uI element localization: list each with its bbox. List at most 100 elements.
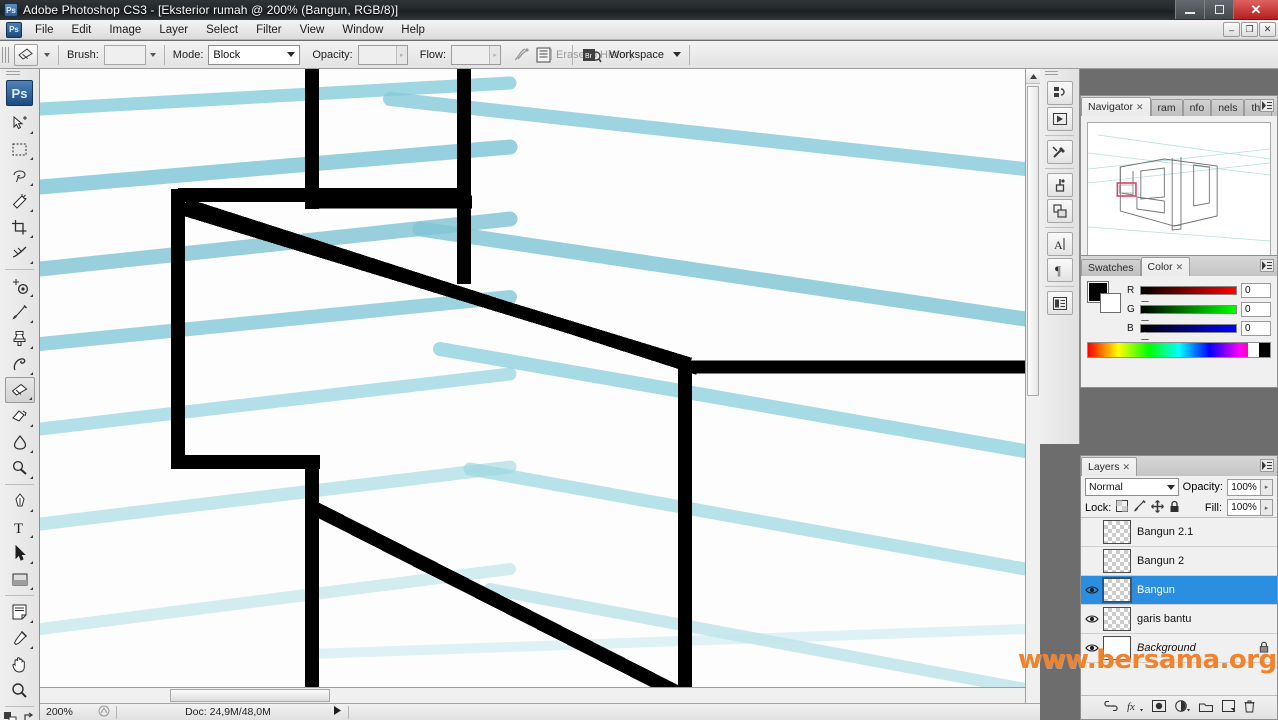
layer-fill-control[interactable]: 100% ▸ xyxy=(1227,499,1273,516)
layer-visibility-toggle[interactable] xyxy=(1081,643,1103,653)
flow-stepper-icon[interactable]: ▸ xyxy=(489,45,501,64)
layer-thumbnail[interactable] xyxy=(1102,577,1132,603)
layer-row-background[interactable]: Background xyxy=(1081,634,1277,663)
menu-item-select[interactable]: Select xyxy=(197,22,247,38)
layer-name[interactable]: Bangun 2.1 xyxy=(1137,526,1193,538)
adjustment-layer-icon[interactable] xyxy=(1174,700,1190,715)
layer-name[interactable]: Background xyxy=(1137,642,1196,654)
horizontal-scrollbar-thumb[interactable] xyxy=(170,689,330,702)
layer-name[interactable]: garis bantu xyxy=(1137,613,1191,625)
layer-thumbnail[interactable] xyxy=(1103,636,1131,660)
delete-layer-icon[interactable] xyxy=(1244,700,1255,716)
palette-toggle-icon[interactable] xyxy=(532,44,554,66)
close-icon[interactable]: ✕ xyxy=(1176,262,1184,273)
red-value[interactable]: 0 xyxy=(1241,283,1271,298)
menu-item-filter[interactable]: Filter xyxy=(247,22,291,38)
swap-colors-icon[interactable] xyxy=(23,712,35,720)
tab-channels[interactable]: nels xyxy=(1211,99,1245,116)
layer-thumbnail[interactable] xyxy=(1103,607,1131,631)
link-layers-icon[interactable] xyxy=(1103,700,1118,714)
workspace-label[interactable]: Workspace xyxy=(609,49,664,61)
layer-row-bangun-2[interactable]: Bangun 2 xyxy=(1081,547,1277,576)
layer-fill-value[interactable]: 100% xyxy=(1227,499,1261,516)
options-bar-gripper[interactable] xyxy=(0,41,9,68)
layer-row-garis-bantu[interactable]: garis bantu xyxy=(1081,605,1277,634)
tool-gradient[interactable] xyxy=(5,403,35,429)
minimize-button[interactable] xyxy=(1175,0,1204,19)
tool-type[interactable]: T xyxy=(5,514,35,540)
layer-comps-panel-icon[interactable] xyxy=(1046,291,1073,315)
opacity-input[interactable]: ▸ xyxy=(357,44,408,65)
maximize-button[interactable] xyxy=(1204,0,1233,19)
layer-mask-icon[interactable] xyxy=(1151,700,1166,715)
tool-hand[interactable] xyxy=(5,651,35,677)
tool-presets-panel-icon[interactable] xyxy=(1046,140,1073,164)
eraser-tool-preset-icon[interactable] xyxy=(14,43,38,66)
animation-panel-icon[interactable] xyxy=(1046,107,1073,131)
menu-item-image[interactable]: Image xyxy=(100,22,150,38)
white-swatch[interactable] xyxy=(1248,343,1259,357)
green-value[interactable]: 0 xyxy=(1241,302,1271,317)
tool-zoom[interactable] xyxy=(5,677,35,703)
canvas-horizontal-scrollbar[interactable] xyxy=(40,687,1025,703)
layer-thumbnail[interactable] xyxy=(1103,520,1131,544)
airbrush-icon[interactable] xyxy=(511,44,533,66)
tool-eyedropper[interactable] xyxy=(5,625,35,651)
tab-swatches[interactable]: Swatches xyxy=(1081,259,1141,276)
layer-opacity-control[interactable]: 100% ▸ xyxy=(1227,478,1273,496)
tool-crop[interactable] xyxy=(5,214,35,240)
menu-item-window[interactable]: Window xyxy=(333,22,392,38)
navigator-thumbnail[interactable] xyxy=(1087,122,1271,262)
tool-healing-brush[interactable] xyxy=(5,273,35,299)
character-panel-icon[interactable]: A xyxy=(1046,232,1073,256)
layers-panel-menu-icon[interactable] xyxy=(1260,459,1274,472)
tool-eraser[interactable] xyxy=(4,377,35,403)
blue-value[interactable]: 0 xyxy=(1241,321,1271,336)
canvas-vertical-scrollbar[interactable] xyxy=(1025,69,1041,703)
blue-slider-knob[interactable] xyxy=(1141,332,1149,339)
tool-dodge[interactable] xyxy=(5,455,35,481)
navigator-panel-menu-icon[interactable] xyxy=(1260,99,1274,112)
tool-magic-wand[interactable] xyxy=(5,188,35,214)
green-slider[interactable] xyxy=(1140,305,1237,320)
menu-item-help[interactable]: Help xyxy=(392,22,434,38)
tool-history-brush[interactable] xyxy=(5,351,35,377)
scroll-up-arrow-icon[interactable] xyxy=(1026,69,1041,84)
menu-item-edit[interactable]: Edit xyxy=(63,22,101,38)
paragraph-panel-icon[interactable]: ¶ xyxy=(1046,258,1073,282)
status-zoom-level[interactable]: 200% xyxy=(40,706,98,718)
default-colors-icon[interactable] xyxy=(4,711,18,720)
brushes-panel-icon[interactable] xyxy=(1046,173,1073,197)
layer-row-bangun-2-1[interactable]: Bangun 2.1 xyxy=(1081,518,1277,547)
layer-opacity-value[interactable]: 100% xyxy=(1227,478,1261,496)
panel-strip-gripper[interactable] xyxy=(1040,69,1079,79)
tab-histogram[interactable]: ram xyxy=(1150,99,1183,116)
layer-visibility-toggle[interactable] xyxy=(1081,585,1103,595)
color-panel-menu-icon[interactable] xyxy=(1260,259,1274,272)
close-icon[interactable]: ✕ xyxy=(1136,102,1144,113)
red-slider-knob[interactable] xyxy=(1141,294,1149,301)
green-slider-knob[interactable] xyxy=(1141,313,1149,320)
tab-color[interactable]: Color ✕ xyxy=(1140,257,1191,276)
color-spectrum-ramp[interactable] xyxy=(1087,342,1271,358)
tool-move[interactable] xyxy=(5,110,35,136)
lock-position-icon[interactable] xyxy=(1151,499,1165,516)
lock-all-icon[interactable] xyxy=(1169,500,1180,516)
tool-blur[interactable] xyxy=(5,429,35,455)
tab-layers[interactable]: Layers ✕ xyxy=(1081,457,1138,476)
brush-preview[interactable] xyxy=(103,44,146,65)
clone-source-panel-icon[interactable] xyxy=(1046,199,1073,223)
canvas-area[interactable] xyxy=(40,69,1025,703)
lock-image-pixels-icon[interactable] xyxy=(1133,500,1147,515)
lock-transparent-pixels-icon[interactable] xyxy=(1116,500,1129,515)
color-panel-swatches[interactable] xyxy=(1087,281,1121,313)
tool-path-selection[interactable] xyxy=(5,540,35,566)
tab-info[interactable]: nfo xyxy=(1182,99,1212,116)
fx-icon[interactable]: fx xyxy=(1127,700,1143,715)
tool-rectangular-marquee[interactable] xyxy=(5,136,35,162)
layer-opacity-stepper-icon[interactable]: ▸ xyxy=(1261,478,1273,496)
go-to-bridge-icon[interactable]: Br xyxy=(581,44,603,66)
layer-name[interactable]: Bangun 2 xyxy=(1137,555,1184,567)
menu-item-file[interactable]: File xyxy=(26,22,63,38)
blend-mode-select[interactable]: Normal xyxy=(1085,478,1179,496)
